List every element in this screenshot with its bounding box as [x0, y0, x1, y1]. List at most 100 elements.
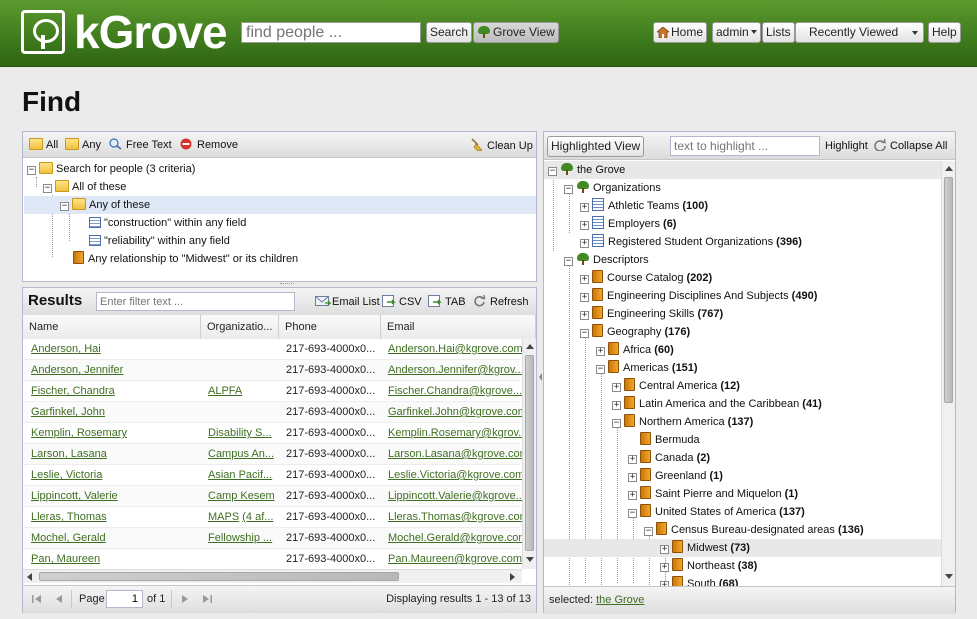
criteria-construction-node[interactable]: "construction" within any field — [89, 214, 246, 232]
criteria-root-node[interactable]: − Search for people (3 criteria) — [27, 160, 195, 178]
refresh-button[interactable]: Refresh — [473, 294, 529, 308]
collapse-icon[interactable]: − — [548, 167, 557, 176]
grove-tree-node[interactable]: − Census Bureau-designated areas (136) — [544, 521, 941, 539]
person-name-link[interactable]: Leslie, Victoria — [31, 469, 102, 481]
scroll-thumb[interactable] — [944, 177, 953, 403]
app-logo-text[interactable]: kGrove — [74, 6, 228, 58]
criteria-relationship-node[interactable]: Any relationship to "Midwest" or its chi… — [73, 250, 298, 268]
organization-link[interactable]: MAPS — [208, 511, 239, 523]
expand-icon[interactable]: + — [596, 347, 605, 356]
add-all-button[interactable]: All — [29, 138, 58, 151]
previous-page-icon[interactable] — [54, 594, 64, 604]
help-button[interactable]: Help — [928, 22, 961, 43]
grove-tree-node[interactable]: + Athletic Teams (100) — [544, 197, 941, 215]
expand-icon[interactable]: + — [628, 491, 637, 500]
scroll-thumb[interactable] — [525, 355, 534, 551]
grove-tree-node[interactable]: Bermuda — [544, 431, 941, 449]
email-link[interactable]: Leslie.Victoria@kgrove.com — [388, 469, 522, 481]
scroll-down-icon[interactable] — [526, 557, 534, 562]
collapse-all-button[interactable]: Collapse All — [873, 138, 947, 152]
last-page-icon[interactable] — [202, 594, 212, 604]
organization-link[interactable]: Asian Pacif... — [208, 469, 272, 481]
highlight-button[interactable]: Highlight — [825, 140, 868, 152]
email-link[interactable]: Mochel.Gerald@kgrove.com — [388, 532, 522, 544]
email-link[interactable]: Larson.Lasana@kgrove.com — [388, 448, 522, 460]
page-number-input[interactable] — [106, 590, 143, 608]
scroll-left-icon[interactable] — [27, 573, 32, 581]
expand-icon[interactable]: + — [660, 563, 669, 572]
grove-tree-node[interactable]: + Saint Pierre and Miquelon (1) — [544, 485, 941, 503]
email-list-button[interactable]: Email List — [315, 295, 380, 308]
expand-icon[interactable]: + — [580, 203, 589, 212]
grove-tree-node[interactable]: + Africa (60) — [544, 341, 941, 359]
email-link[interactable]: Lippincott.Valerie@kgrove... — [388, 490, 522, 502]
expand-icon[interactable]: + — [612, 383, 621, 392]
horizontal-scroll-thumb[interactable] — [39, 572, 399, 581]
organization-link[interactable]: Disability S... — [208, 427, 272, 439]
person-name-link[interactable]: Anderson, Hai — [31, 343, 101, 355]
column-header-organization[interactable]: Organizatio... — [201, 315, 279, 339]
email-link[interactable]: Pan.Maureen@kgrove.com — [388, 553, 522, 565]
grove-tree-node[interactable]: − Descriptors — [544, 251, 941, 269]
results-horizontal-scrollbar[interactable] — [23, 569, 522, 583]
email-link[interactable]: Lleras.Thomas@kgrove.com — [388, 511, 522, 523]
table-row[interactable]: Anderson, Jennifer 217-693-4000x0... Ande… — [23, 360, 522, 381]
highlighted-view-button[interactable]: Highlighted View — [547, 136, 645, 157]
grove-tree-node[interactable]: + Greenland (1) — [544, 467, 941, 485]
collapse-icon[interactable]: − — [612, 419, 621, 428]
scroll-right-icon[interactable] — [510, 573, 515, 581]
person-name-link[interactable]: Larson, Lasana — [31, 448, 107, 460]
table-row[interactable]: Mochel, Gerald Fellowship ... 217-693-400… — [23, 528, 522, 549]
collapse-icon[interactable]: − — [564, 257, 573, 266]
email-link[interactable]: Fischer.Chandra@kgrove... — [388, 385, 522, 397]
scroll-up-icon[interactable] — [945, 166, 953, 171]
home-button[interactable]: Home — [653, 22, 708, 43]
table-row[interactable]: Lippincott, Valerie Camp Kesem 217-693-40… — [23, 486, 522, 507]
add-any-button[interactable]: Any — [65, 138, 101, 151]
person-name-link[interactable]: Pan, Maureen — [31, 553, 100, 565]
column-header-phone[interactable]: Phone — [279, 315, 381, 339]
person-name-link[interactable]: Anderson, Jennifer — [31, 364, 123, 376]
grove-tree-node[interactable]: + Engineering Disciplines And Subjects (4… — [544, 287, 941, 305]
tab-export-button[interactable]: TAB — [428, 295, 466, 308]
results-vertical-scrollbar[interactable] — [522, 339, 536, 569]
next-page-icon[interactable] — [180, 594, 190, 604]
grove-tree-node[interactable]: + Midwest (73) — [544, 539, 941, 557]
collapse-icon[interactable]: − — [27, 166, 36, 175]
selected-node-link[interactable]: the Grove — [596, 594, 644, 606]
organization-link[interactable]: ALPFA — [208, 385, 242, 397]
email-link[interactable]: Garfinkel.John@kgrove.com — [388, 406, 522, 418]
grove-tree-node[interactable]: + Engineering Skills (767) — [544, 305, 941, 323]
remove-button[interactable]: Remove — [180, 138, 238, 151]
expand-icon[interactable]: + — [580, 239, 589, 248]
person-name-link[interactable]: Mochel, Gerald — [31, 532, 106, 544]
expand-icon[interactable]: + — [612, 401, 621, 410]
scroll-down-icon[interactable] — [945, 574, 953, 579]
table-row[interactable]: Leslie, Victoria Asian Pacif... 217-693-4… — [23, 465, 522, 486]
expand-icon[interactable]: + — [628, 455, 637, 464]
collapse-icon[interactable]: − — [580, 329, 589, 338]
criteria-all-node[interactable]: − All of these — [43, 178, 126, 196]
criteria-any-node[interactable]: − Any of these — [24, 196, 536, 214]
grove-tree-node[interactable]: + South (68) — [544, 575, 941, 586]
affiliations-link[interactable]: (4 af... — [242, 511, 273, 523]
grove-tree-node[interactable]: + Canada (2) — [544, 449, 941, 467]
person-name-link[interactable]: Lleras, Thomas — [31, 511, 107, 523]
expand-icon[interactable]: + — [580, 221, 589, 230]
grove-tree-node[interactable]: + Northeast (38) — [544, 557, 941, 575]
table-row[interactable]: Larson, Lasana Campus An... 217-693-4000x… — [23, 444, 522, 465]
grove-tree-node[interactable]: + Central America (12) — [544, 377, 941, 395]
column-header-name[interactable]: Name — [23, 315, 201, 339]
collapse-icon[interactable]: − — [43, 184, 52, 193]
email-link[interactable]: Anderson.Jennifer@kgrov... — [388, 364, 522, 376]
collapse-icon[interactable]: − — [60, 202, 69, 211]
scroll-up-icon[interactable] — [526, 344, 534, 349]
column-header-email[interactable]: Email — [381, 315, 536, 339]
table-row[interactable]: Fischer, Chandra ALPFA 217-693-4000x0... F… — [23, 381, 522, 402]
table-row[interactable]: Pan, Maureen 217-693-4000x0... Pan.Mauree… — [23, 549, 522, 569]
organization-link[interactable]: Camp Kesem — [208, 490, 275, 502]
organization-link[interactable]: Campus An... — [208, 448, 274, 460]
person-name-link[interactable]: Lippincott, Valerie — [31, 490, 118, 502]
table-row[interactable]: Lleras, Thomas MAPS (4 af... 217-693-4000x… — [23, 507, 522, 528]
results-filter-input[interactable] — [96, 292, 295, 311]
